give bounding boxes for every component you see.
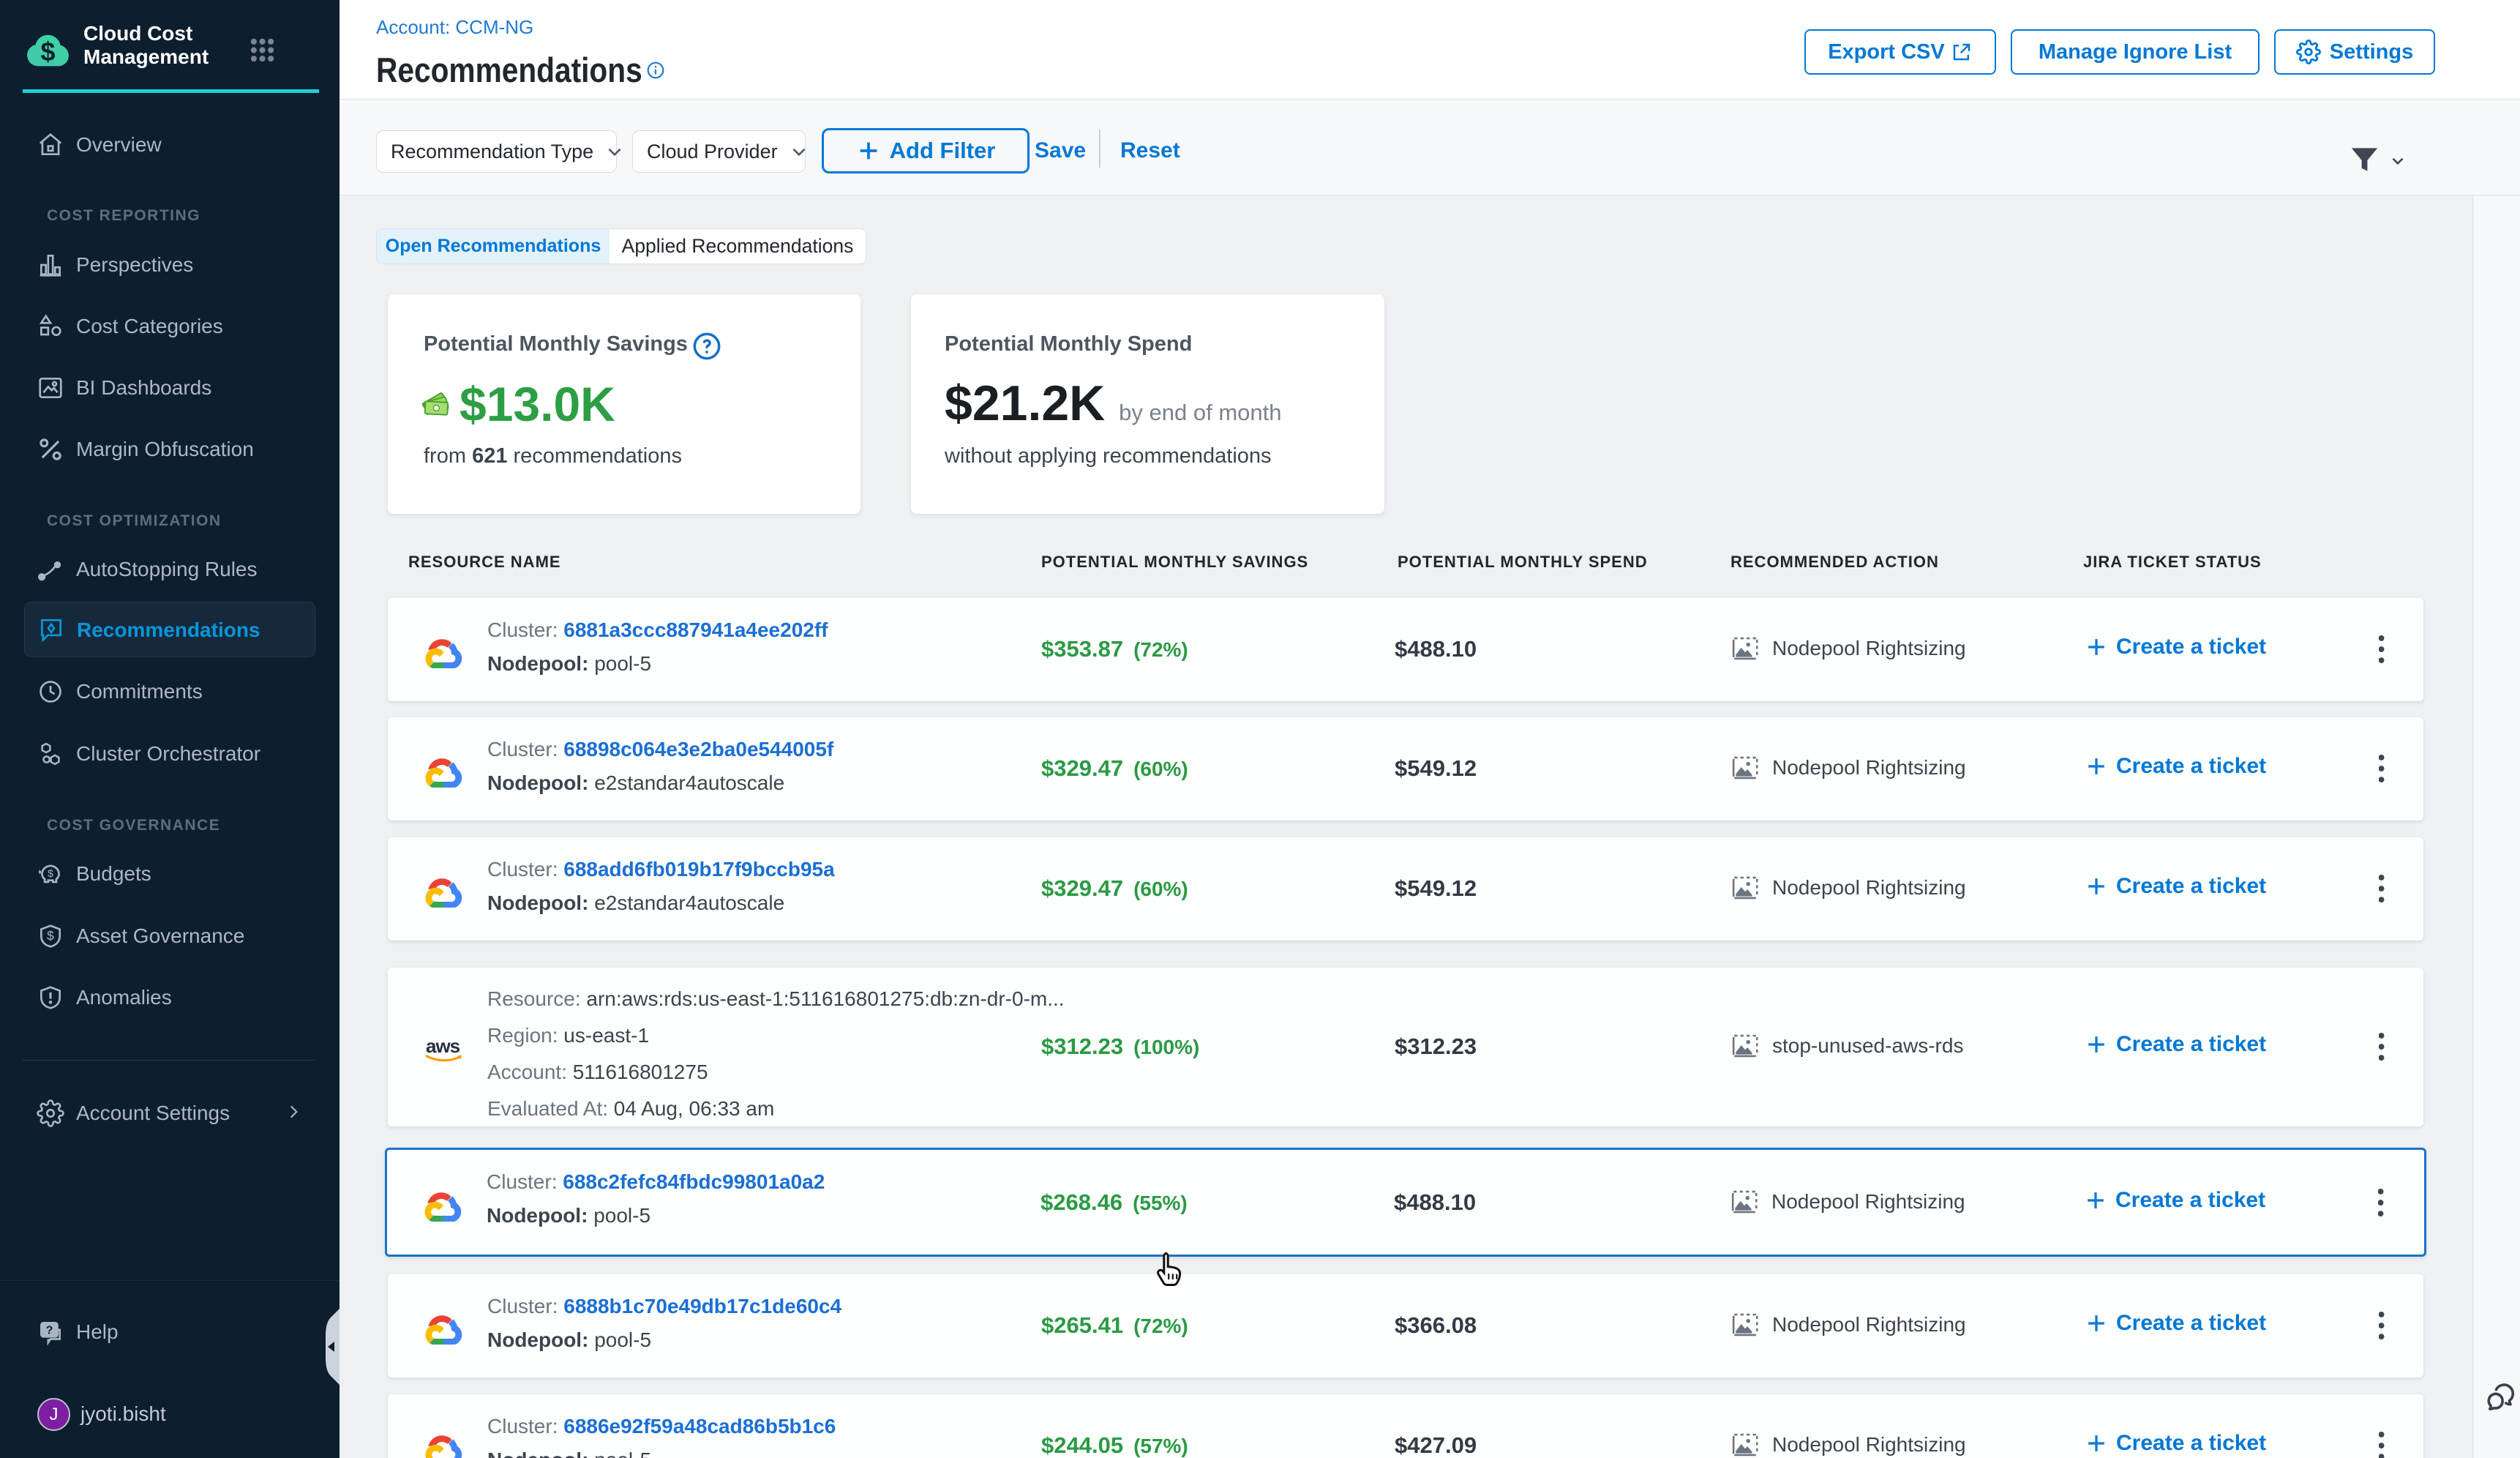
svg-text:aws: aws	[426, 1035, 460, 1057]
svg-text:?: ?	[46, 1324, 53, 1336]
svg-text:$: $	[48, 868, 53, 880]
svg-text:$: $	[47, 929, 54, 943]
svg-text:$: $	[41, 37, 56, 67]
